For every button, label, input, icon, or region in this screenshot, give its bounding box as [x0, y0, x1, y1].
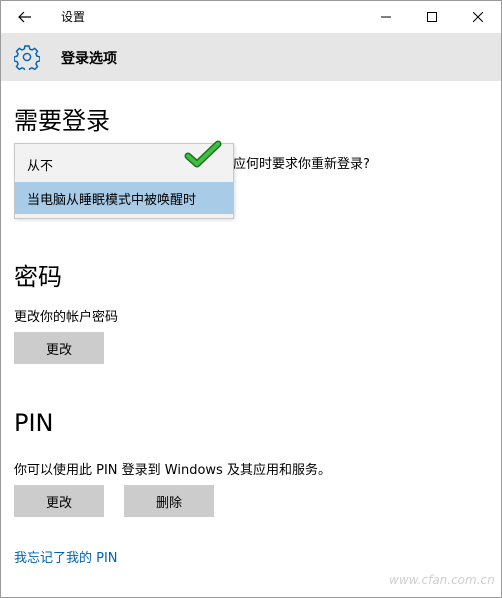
back-arrow-icon: [18, 11, 31, 23]
maximize-icon: [427, 12, 437, 22]
watermark: www.cfan.com.cn: [389, 573, 495, 587]
pin-heading: PIN: [14, 409, 54, 437]
require-login-question: 应何时要求你重新登录?: [233, 157, 370, 172]
close-button[interactable]: [455, 1, 501, 33]
pin-delete-button[interactable]: 删除: [124, 485, 214, 517]
forgot-pin-link[interactable]: 我忘记了我的 PIN: [14, 547, 118, 566]
dropdown-option-on-wake[interactable]: 当电脑从睡眠模式中被唤醒时: [15, 182, 233, 214]
maximize-button[interactable]: [409, 1, 455, 33]
checkmark-icon: [184, 140, 222, 168]
page-header: 登录选项: [1, 33, 501, 81]
password-description: 更改你的帐户密码: [14, 310, 119, 325]
window-title: 设置: [61, 10, 86, 24]
minimize-icon: [381, 16, 391, 18]
title-bar: 设置: [1, 1, 501, 33]
password-change-button[interactable]: 更改: [14, 332, 104, 364]
close-icon: [473, 12, 483, 22]
settings-window: 设置 登录选项 需要登录 应何时要求你重新登录? 从不 当电脑从睡眠模式中被唤醒…: [0, 0, 502, 598]
password-heading: 密码: [14, 263, 62, 291]
require-login-heading: 需要登录: [14, 107, 110, 135]
minimize-button[interactable]: [363, 1, 409, 33]
pin-change-button[interactable]: 更改: [14, 485, 104, 517]
page-title: 登录选项: [61, 51, 117, 67]
gear-icon: [14, 45, 40, 70]
pin-description: 你可以使用此 PIN 登录到 Windows 及其应用和服务。: [14, 463, 331, 478]
back-button[interactable]: [11, 5, 39, 29]
